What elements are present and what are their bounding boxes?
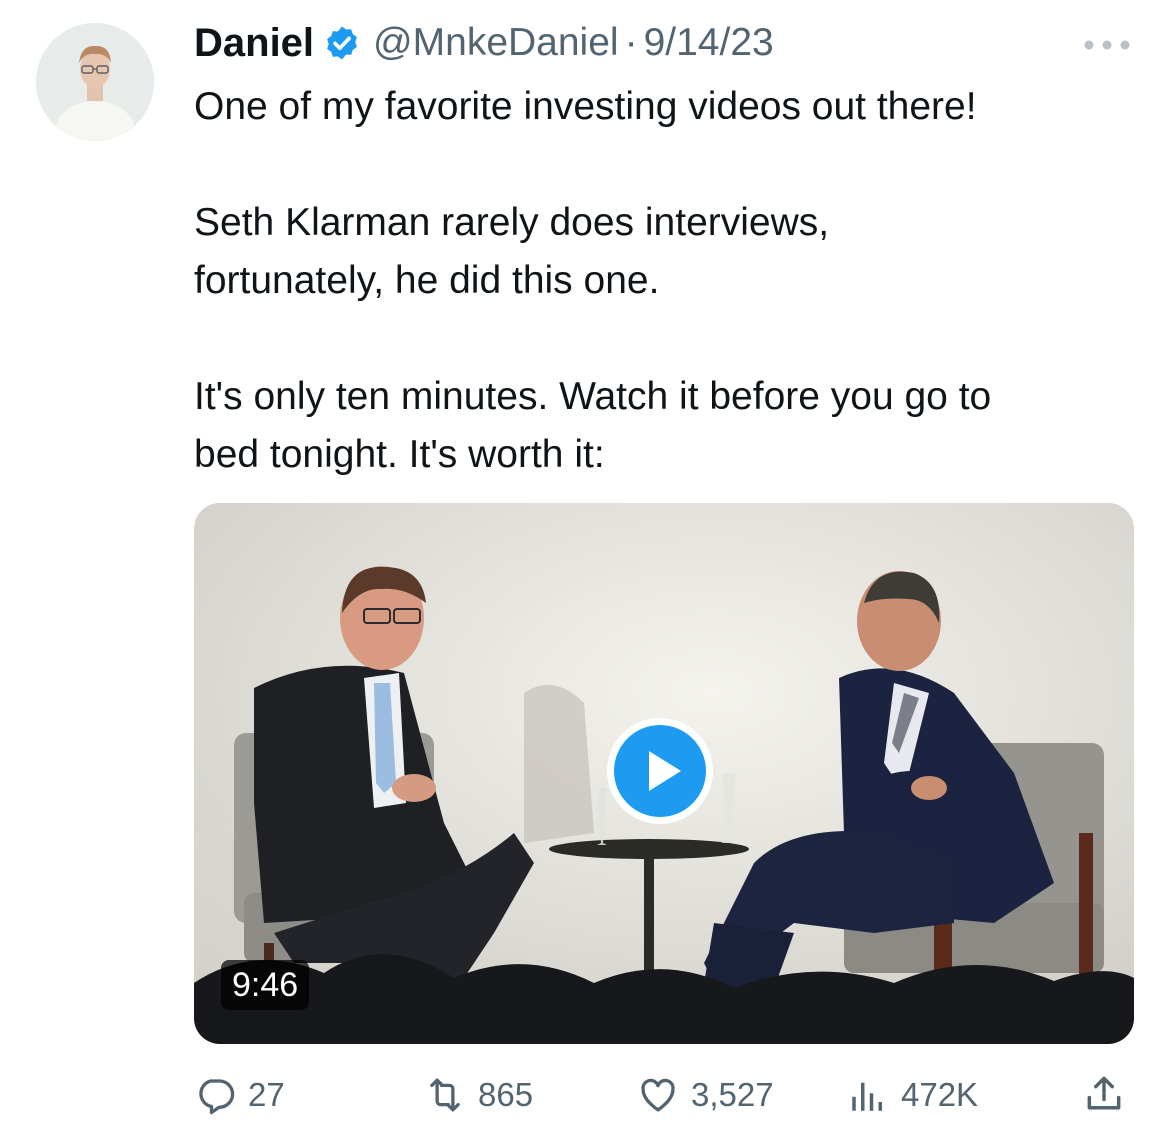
more-horizontal-icon[interactable] — [1083, 38, 1131, 52]
like-button[interactable]: 3,527 — [637, 1070, 774, 1120]
verified-badge-icon — [327, 26, 357, 60]
view-count: 472K — [901, 1076, 979, 1113]
tweet-date[interactable]: 9/14/23 — [644, 21, 774, 65]
video-duration: 9:46 — [221, 960, 310, 1010]
tweet-text-line: One of my favorite investing videos out … — [194, 85, 977, 128]
tweet-text-line: fortunately, he did this one. — [194, 259, 660, 302]
author-handle[interactable]: @MnkeDaniel — [373, 21, 619, 65]
views-chart-icon — [852, 1082, 882, 1111]
reply-count: 27 — [248, 1076, 285, 1113]
retweet-button[interactable]: 865 — [424, 1070, 533, 1120]
heart-icon — [641, 1078, 675, 1112]
share-icon[interactable] — [1082, 1072, 1126, 1116]
author-name[interactable]: Daniel — [194, 21, 314, 66]
video-player[interactable]: 9:46 — [194, 503, 1134, 1044]
retweet-icon — [430, 1078, 460, 1112]
reply-button[interactable]: 27 — [194, 1070, 285, 1120]
tweet-text-line: Seth Klarman rarely does interviews, — [194, 201, 830, 244]
retweet-count: 865 — [478, 1076, 534, 1113]
play-icon[interactable] — [605, 716, 715, 826]
tweet-header: Daniel @MnkeDaniel · 9/14/23 — [194, 18, 774, 68]
tweet-text-line: It's only ten minutes. Watch it before y… — [194, 375, 992, 418]
tweet-text: One of my favorite investing videos out … — [194, 78, 1154, 484]
reply-icon — [199, 1079, 235, 1115]
avatar[interactable] — [36, 23, 154, 141]
views-button[interactable]: 472K — [847, 1070, 978, 1120]
like-count: 3,527 — [691, 1076, 774, 1113]
tweet-text-line: bed tonight. It's worth it: — [194, 433, 605, 476]
avatar-image — [36, 23, 154, 141]
separator-dot: · — [624, 21, 638, 64]
